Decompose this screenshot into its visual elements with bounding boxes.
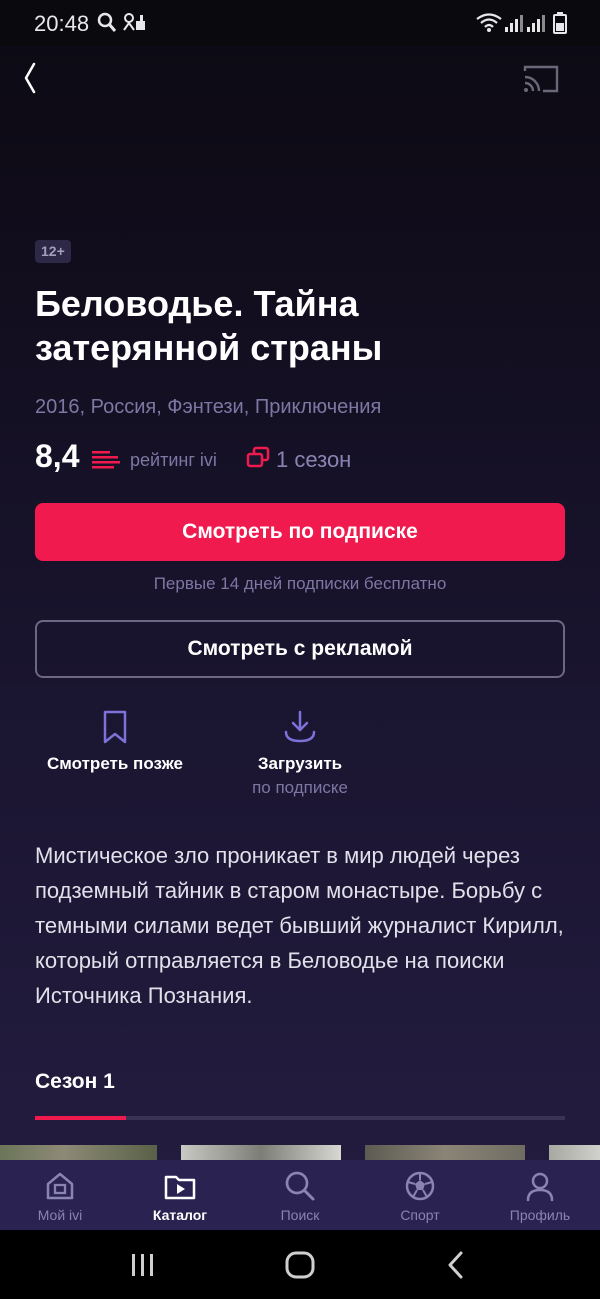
- nav-label: Каталог: [152, 1207, 208, 1223]
- rating-value: 8,4: [35, 438, 80, 474]
- home-icon: [46, 1172, 74, 1200]
- search-icon: [285, 1171, 315, 1201]
- nav-label: Мой ivi: [37, 1207, 83, 1223]
- seasons-icon: [246, 446, 270, 468]
- seasons-label: 1 сезон: [276, 447, 352, 472]
- back-icon[interactable]: [18, 60, 46, 96]
- bottom-nav: Мой ivi Каталог Поиск Спорт Профиль: [0, 1160, 600, 1230]
- ball-icon: [405, 1171, 435, 1201]
- nav-label: Профиль: [509, 1207, 571, 1223]
- meta-info: 2016, Россия, Фэнтези, Приключения: [35, 396, 382, 418]
- trial-note: Первые 14 дней подписки бесплатно: [153, 574, 447, 593]
- description: Мистическое зло проникает в мир людей че…: [35, 843, 564, 1008]
- watch-later-label: Смотреть позже: [47, 754, 183, 773]
- system-back-icon[interactable]: [445, 1251, 467, 1279]
- status-time: 20:48: [34, 11, 90, 36]
- episode-thumbnail[interactable]: [0, 1145, 157, 1161]
- screen: 20:48 12+ Беловодье. Тайна затерянной ст…: [0, 0, 600, 1299]
- home-button-icon[interactable]: [285, 1251, 315, 1279]
- catalog-icon: [164, 1175, 196, 1200]
- rating-label: рейтинг ivi: [130, 450, 217, 470]
- download-button[interactable]: Загрузить по подписке: [220, 710, 380, 798]
- bookmark-icon: [103, 710, 127, 744]
- episode-thumbnail[interactable]: [549, 1145, 600, 1161]
- nav-item-profile[interactable]: Профиль: [480, 1160, 600, 1230]
- watch-subscription-button[interactable]: Смотреть по подписке: [35, 503, 565, 561]
- download-icon: [284, 710, 316, 743]
- cast-icon[interactable]: [523, 63, 559, 95]
- nav-label: Спорт: [400, 1207, 440, 1223]
- age-rating-badge: 12+: [35, 240, 71, 263]
- wifi-icon: [476, 13, 502, 32]
- rating-bars-icon: [92, 451, 120, 469]
- system-nav-bar: [0, 1230, 600, 1299]
- signal-icon-2: [527, 15, 545, 32]
- watch-later-button[interactable]: Смотреть позже: [35, 710, 195, 774]
- recent-apps-icon[interactable]: [130, 1252, 156, 1278]
- notification-icon: [123, 13, 145, 31]
- nav-item-search[interactable]: Поиск: [240, 1160, 360, 1230]
- nav-label: Поиск: [280, 1207, 320, 1223]
- nav-item-sport[interactable]: Спорт: [360, 1160, 480, 1230]
- episode-thumbnail[interactable]: [181, 1145, 341, 1161]
- nav-item-catalog[interactable]: Каталог: [120, 1160, 240, 1230]
- download-sub-label: по подписке: [252, 778, 348, 797]
- rating-row: 8,4 рейтинг ivi 1 сезон: [35, 438, 565, 478]
- page-title: Беловодье. Тайна затерянной страны: [35, 283, 383, 368]
- profile-icon: [526, 1172, 554, 1202]
- status-bar: 20:48: [0, 0, 600, 46]
- signal-icon: [505, 15, 523, 32]
- battery-icon: [553, 12, 567, 34]
- episode-thumbnail[interactable]: [365, 1145, 525, 1161]
- download-label: Загрузить: [257, 754, 343, 773]
- search-status-icon: [97, 12, 117, 32]
- tab-active-indicator: [35, 1116, 126, 1120]
- nav-item-my-ivi[interactable]: Мой ivi: [0, 1160, 120, 1230]
- watch-with-ads-button[interactable]: Смотреть с рекламой: [35, 620, 565, 678]
- tab-season-1[interactable]: Сезон 1: [35, 1070, 115, 1094]
